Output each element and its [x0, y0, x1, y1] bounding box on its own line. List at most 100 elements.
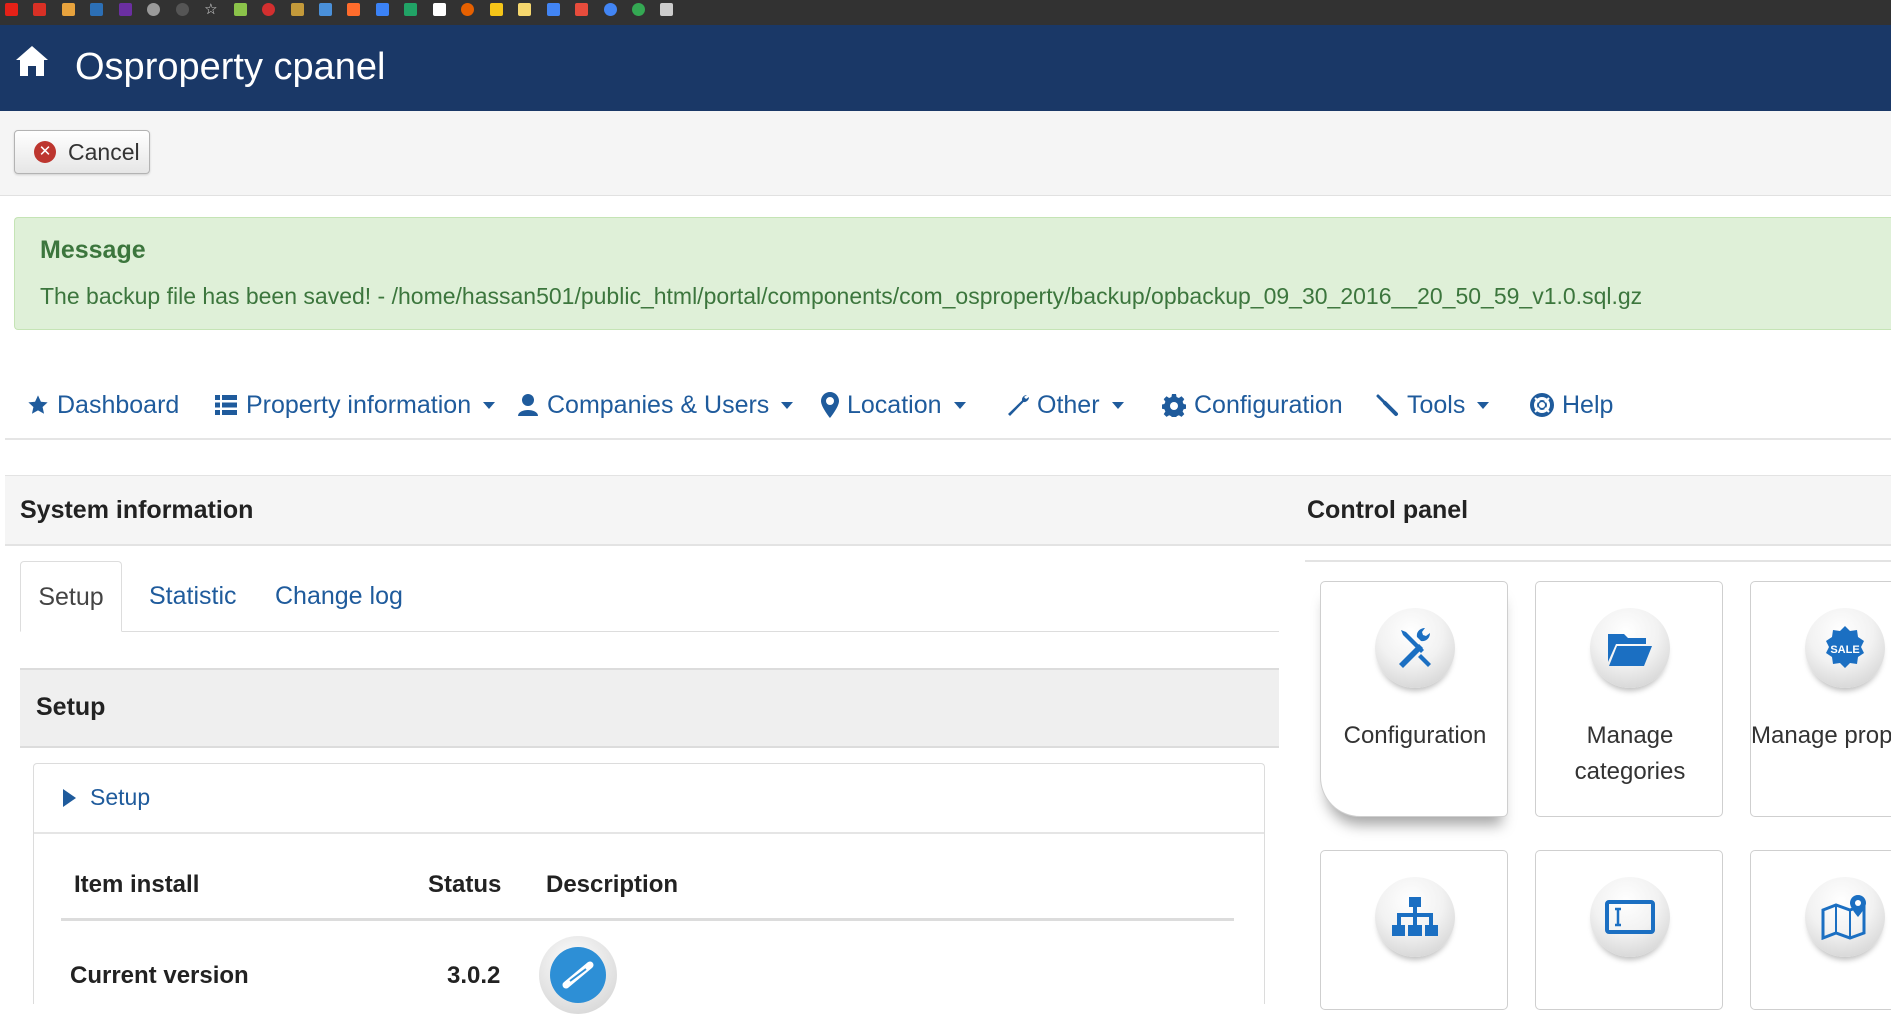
gmail-icon[interactable]	[33, 3, 47, 16]
setup-section-title: Setup	[36, 693, 106, 721]
tile-map[interactable]	[1750, 850, 1891, 1010]
version-link-icon	[539, 936, 617, 1014]
nav-label: Tools	[1407, 390, 1466, 419]
fiverr-icon[interactable]	[290, 3, 304, 16]
nav-tools[interactable]: Tools	[1375, 388, 1490, 422]
control-panel: Configuration Manage categories SALE Man…	[1305, 560, 1891, 1010]
nav-label: Configuration	[1194, 390, 1343, 419]
divider	[34, 832, 1264, 834]
cancel-label: Cancel	[68, 138, 140, 165]
setup-panel: Setup Item install Status Description Cu…	[33, 763, 1265, 1014]
tile-label: Manage categories	[1574, 722, 1686, 785]
gear-icon	[1162, 393, 1186, 417]
svg-text:SALE: SALE	[1830, 644, 1859, 656]
map-marker-icon	[821, 392, 839, 418]
lifebuoy-icon	[1530, 393, 1554, 417]
tile-label: Manage prop types	[1751, 722, 1891, 749]
wrench-icon	[1005, 393, 1029, 417]
setup-section-header: Setup	[20, 668, 1279, 748]
apple-icon-dim[interactable]	[175, 3, 189, 16]
column-header-status: Status	[428, 871, 502, 898]
chevron-down-icon	[483, 401, 496, 409]
table-header-rule	[61, 918, 1234, 921]
nav-location[interactable]: Location	[821, 388, 966, 422]
nav-companies-users[interactable]: Companies & Users	[517, 388, 794, 422]
sitemap-icon	[1375, 877, 1455, 957]
chevron-down-icon	[953, 401, 966, 409]
yahoo-mail-icon[interactable]	[118, 3, 132, 16]
screwdriver-icon	[1375, 393, 1399, 417]
note-icon[interactable]	[518, 3, 532, 16]
sale-badge-icon: SALE	[1805, 608, 1885, 688]
tile-sitemap[interactable]	[1320, 850, 1508, 1010]
tile-label: Configuration	[1343, 722, 1487, 749]
folder-icon	[1590, 608, 1670, 688]
drive-icon[interactable]	[375, 3, 389, 16]
m-icon[interactable]	[90, 3, 104, 16]
cpanel-icon[interactable]	[347, 3, 361, 16]
panel-header-bar: System information Control panel	[5, 475, 1891, 546]
setup-toggle-label: Setup	[90, 784, 151, 810]
nav-configuration[interactable]: Configuration	[1162, 388, 1343, 422]
system-information-title: System information	[20, 496, 254, 524]
toolbar: ✕ Cancel	[0, 111, 1891, 196]
tab-statistic[interactable]: Statistic	[149, 561, 237, 631]
opera-icon[interactable]	[262, 3, 276, 16]
android-icon[interactable]	[233, 3, 247, 16]
youtube-icon[interactable]	[5, 3, 18, 16]
text-field-icon	[1590, 877, 1670, 957]
google-icon[interactable]	[603, 3, 617, 16]
firefox-icon[interactable]	[461, 3, 475, 16]
cancel-button[interactable]: ✕ Cancel	[14, 130, 150, 174]
apple-icon[interactable]	[147, 3, 161, 16]
medium-icon[interactable]	[432, 3, 446, 16]
nav-property-information[interactable]: Property information	[214, 388, 496, 422]
translate-icon[interactable]	[546, 3, 560, 16]
user-icon	[517, 393, 539, 417]
close-icon: ✕	[34, 141, 56, 163]
nav-label: Location	[847, 390, 942, 419]
star-icon	[27, 394, 49, 416]
map-icon	[1805, 877, 1885, 957]
nav-dashboard[interactable]: Dashboard	[27, 388, 179, 422]
nav-label: Dashboard	[57, 390, 180, 419]
tab-setup[interactable]: Setup	[20, 561, 122, 632]
puzzle-icon[interactable]	[575, 3, 589, 16]
column-header-description: Description	[546, 871, 679, 898]
docs-icon[interactable]	[318, 3, 332, 16]
star-icon[interactable]: ☆	[204, 2, 218, 17]
bookmarks-bar: ☆	[0, 0, 1891, 25]
chevron-down-icon	[1477, 401, 1490, 409]
message-alert: Message The backup file has been saved! …	[14, 217, 1891, 330]
setup-toggle[interactable]: Setup	[63, 784, 150, 811]
nav-label: Other	[1037, 390, 1100, 419]
chevron-down-icon	[781, 401, 794, 409]
nav-label: Companies & Users	[547, 390, 770, 419]
tools-icon	[1375, 608, 1455, 688]
pin-icon[interactable]	[660, 3, 674, 16]
column-header-item-install: Item install	[74, 871, 200, 898]
tile-configuration[interactable]: Configuration	[1320, 581, 1508, 817]
tile-manage-categories[interactable]: Manage categories	[1535, 581, 1723, 817]
google-icon-2[interactable]	[631, 3, 645, 16]
nav-other[interactable]: Other	[1005, 388, 1124, 422]
row-status-version: 3.0.2	[447, 962, 501, 989]
tile-text-field[interactable]	[1535, 850, 1723, 1010]
system-tabs: Setup Statistic Change log	[20, 561, 1279, 632]
chevron-down-icon	[1111, 401, 1124, 409]
bookmark-icon[interactable]	[61, 3, 75, 16]
page-title: Osproperty cpanel	[75, 46, 386, 88]
home-icon[interactable]	[14, 43, 50, 84]
message-heading: Message	[40, 236, 146, 264]
row-item-current-version: Current version	[70, 962, 249, 989]
nav-help[interactable]: Help	[1530, 388, 1613, 422]
list-icon	[214, 393, 238, 417]
nav-label: Property information	[246, 390, 472, 419]
bulb-icon[interactable]	[489, 3, 503, 16]
triangle-right-icon	[63, 788, 76, 807]
tab-change-log[interactable]: Change log	[275, 561, 403, 631]
sheets-icon[interactable]	[404, 3, 418, 16]
control-panel-title: Control panel	[1307, 496, 1469, 524]
tile-manage-property-types[interactable]: SALE Manage prop types	[1750, 581, 1891, 817]
page-header: Osproperty cpanel	[0, 25, 1891, 111]
